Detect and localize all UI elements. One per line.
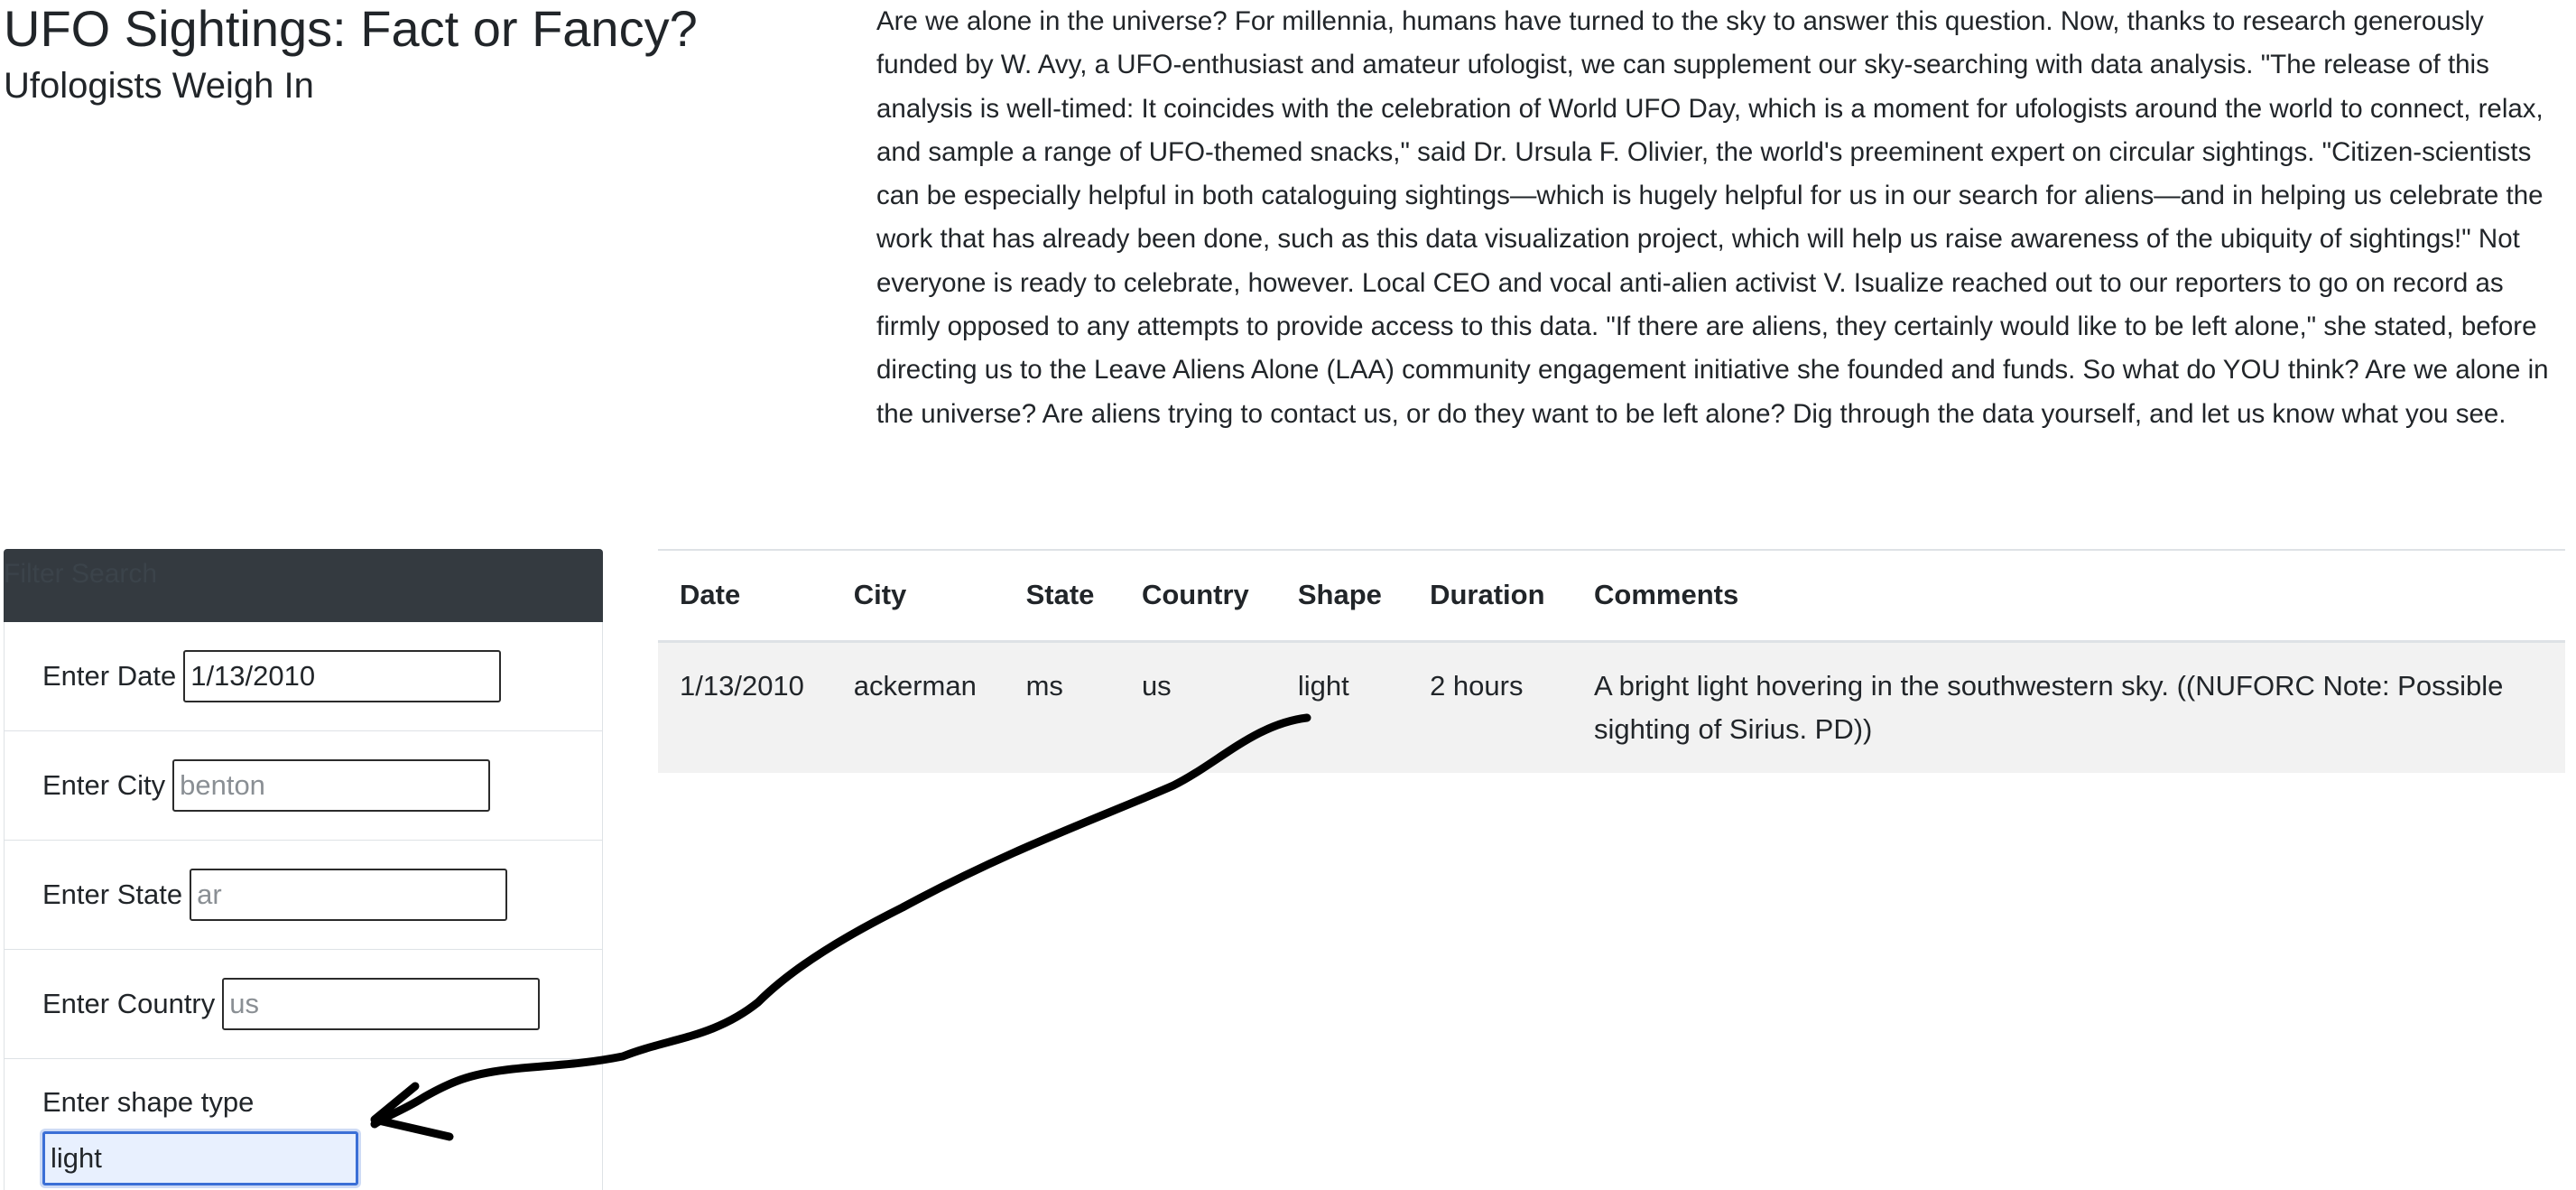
column-header-shape: Shape <box>1275 551 1409 643</box>
cell-country: us <box>1141 669 1172 702</box>
filter-item-date: Enter Date <box>5 622 602 731</box>
country-label: Enter Country <box>42 988 216 1019</box>
shape-label: Enter shape type <box>42 1086 255 1118</box>
column-header-state: State <box>1004 551 1120 643</box>
page-title: UFO Sightings: Fact or Fancy? <box>4 0 698 57</box>
filter-item-country: Enter Country <box>5 950 602 1059</box>
intro-paragraph: Are we alone in the universe? For millen… <box>876 6 2549 429</box>
date-label: Enter Date <box>42 660 177 692</box>
page: UFO Sightings: Fact or Fancy? Ufologists… <box>0 0 2576 1190</box>
cell-city: ackerman <box>853 669 977 702</box>
country-input[interactable] <box>222 978 541 1030</box>
shape-input[interactable] <box>42 1131 358 1185</box>
cell-comments: A bright light hovering in the southwest… <box>1594 669 2504 745</box>
cell-duration: 2 hours <box>1430 669 1524 702</box>
column-header-date: Date <box>658 551 832 643</box>
page-subtitle: Ufologists Weigh In <box>4 66 314 106</box>
date-input[interactable] <box>183 650 502 702</box>
results-table-container: Date City State Country Shape Duration C… <box>658 549 2565 773</box>
cell-state: ms <box>1025 669 1063 702</box>
filter-panel-header: Filter Search <box>4 549 603 622</box>
cell-shape: light <box>1297 669 1349 702</box>
filter-item-city: Enter City <box>5 731 602 841</box>
city-label: Enter City <box>42 769 166 801</box>
header: UFO Sightings: Fact or Fancy? Ufologists… <box>4 0 843 107</box>
column-header-duration: Duration <box>1408 551 1572 643</box>
table-row: 1/13/2010 ackerman ms us light 2 hours A… <box>658 641 2565 773</box>
table-header-row: Date City State Country Shape Duration C… <box>658 551 2565 643</box>
filter-panel: Filter Search Enter Date Enter City Ente… <box>4 549 603 1190</box>
state-label: Enter State <box>42 879 183 910</box>
state-input[interactable] <box>190 869 508 921</box>
results-table: Date City State Country Shape Duration C… <box>658 551 2565 773</box>
column-header-country: Country <box>1119 551 1276 643</box>
city-input[interactable] <box>172 759 491 812</box>
column-header-comments: Comments <box>1572 551 2565 643</box>
filter-item-shape: Enter shape type <box>5 1059 602 1185</box>
filter-item-state: Enter State <box>5 841 602 950</box>
filter-list: Enter Date Enter City Enter State Enter … <box>4 622 603 1190</box>
cell-date: 1/13/2010 <box>680 669 804 702</box>
column-header-city: City <box>831 551 1005 643</box>
